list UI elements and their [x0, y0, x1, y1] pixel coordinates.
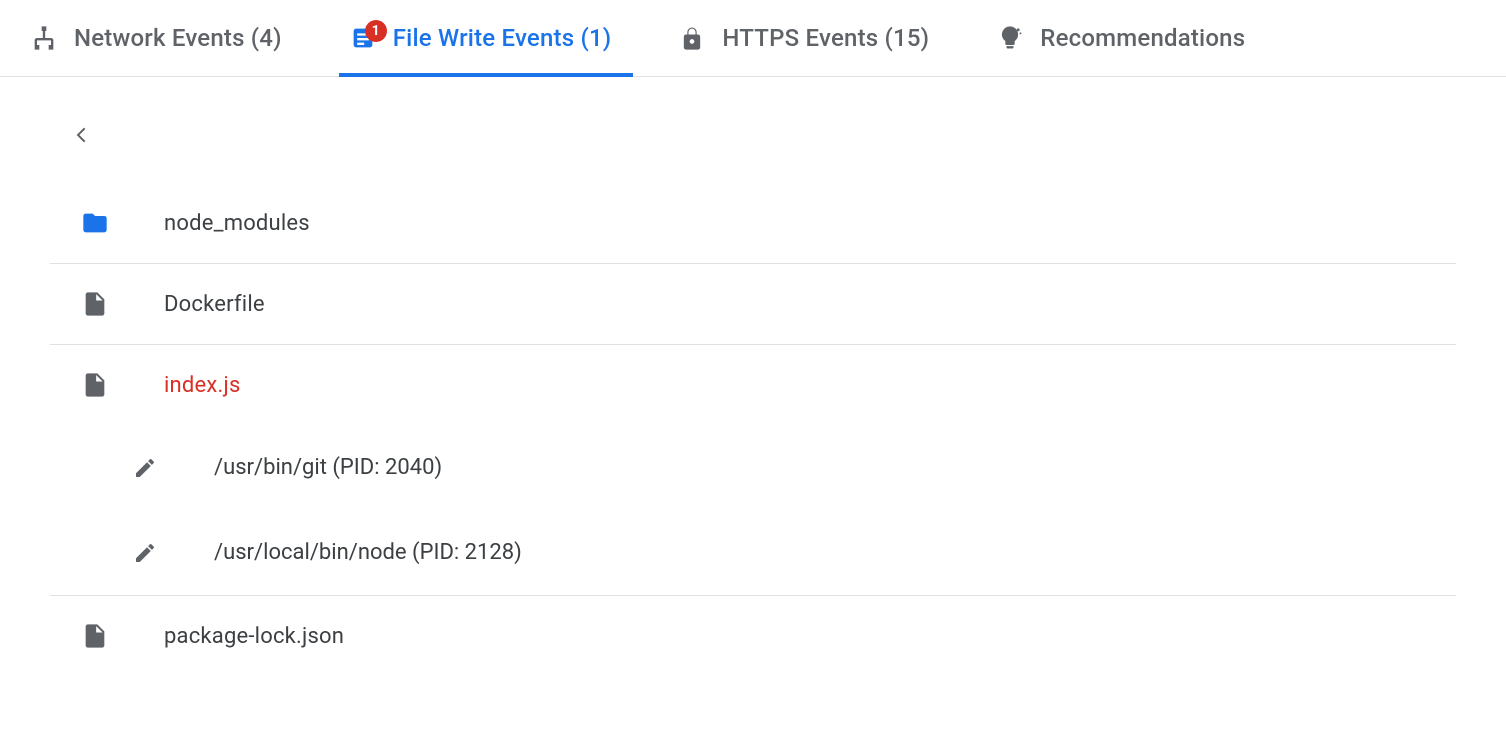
pencil-icon [130, 541, 160, 565]
back-button[interactable] [64, 117, 100, 153]
file-row-package-lock[interactable]: package-lock.json [50, 596, 1456, 676]
file-name: Dockerfile [164, 292, 265, 317]
tab-label: Recommendations [1040, 24, 1245, 52]
tab-network-events[interactable]: Network Events (4) [30, 0, 294, 76]
file-row-dockerfile[interactable]: Dockerfile [50, 264, 1456, 345]
file-tree-panel: node_modules Dockerfile index.js /usr/bi… [0, 77, 1506, 676]
tab-label: Network Events (4) [74, 24, 282, 52]
tabs-bar: Network Events (4) 1 File Write Events (… [0, 0, 1506, 77]
bulb-icon [996, 24, 1024, 52]
tab-label: File Write Events (1) [393, 24, 612, 52]
file-name: index.js [164, 373, 241, 398]
file-icon [80, 622, 110, 650]
alert-badge: 1 [365, 20, 387, 42]
tab-recommendations[interactable]: Recommendations [996, 0, 1257, 76]
process-label: /usr/bin/git (PID: 2040) [214, 455, 442, 480]
lock-icon [678, 24, 706, 52]
file-icon [80, 290, 110, 318]
network-icon [30, 24, 58, 52]
file-icon [80, 371, 110, 399]
file-row-node-modules[interactable]: node_modules [50, 183, 1456, 264]
file-write-event[interactable]: /usr/local/bin/node (PID: 2128) [50, 510, 1456, 596]
tab-label: HTTPS Events (15) [722, 24, 929, 52]
tab-file-write-events[interactable]: 1 File Write Events (1) [349, 0, 624, 76]
file-list: node_modules Dockerfile index.js /usr/bi… [50, 183, 1456, 676]
file-events-list: /usr/bin/git (PID: 2040) /usr/local/bin/… [50, 425, 1456, 596]
file-write-event[interactable]: /usr/bin/git (PID: 2040) [50, 425, 1456, 510]
tab-https-events[interactable]: HTTPS Events (15) [678, 0, 941, 76]
file-name: node_modules [164, 211, 310, 236]
folder-icon [80, 209, 110, 237]
pencil-icon [130, 456, 160, 480]
file-row-index-js[interactable]: index.js [50, 345, 1456, 425]
process-label: /usr/local/bin/node (PID: 2128) [214, 540, 522, 565]
file-name: package-lock.json [164, 624, 344, 649]
file-write-icon: 1 [349, 24, 377, 52]
